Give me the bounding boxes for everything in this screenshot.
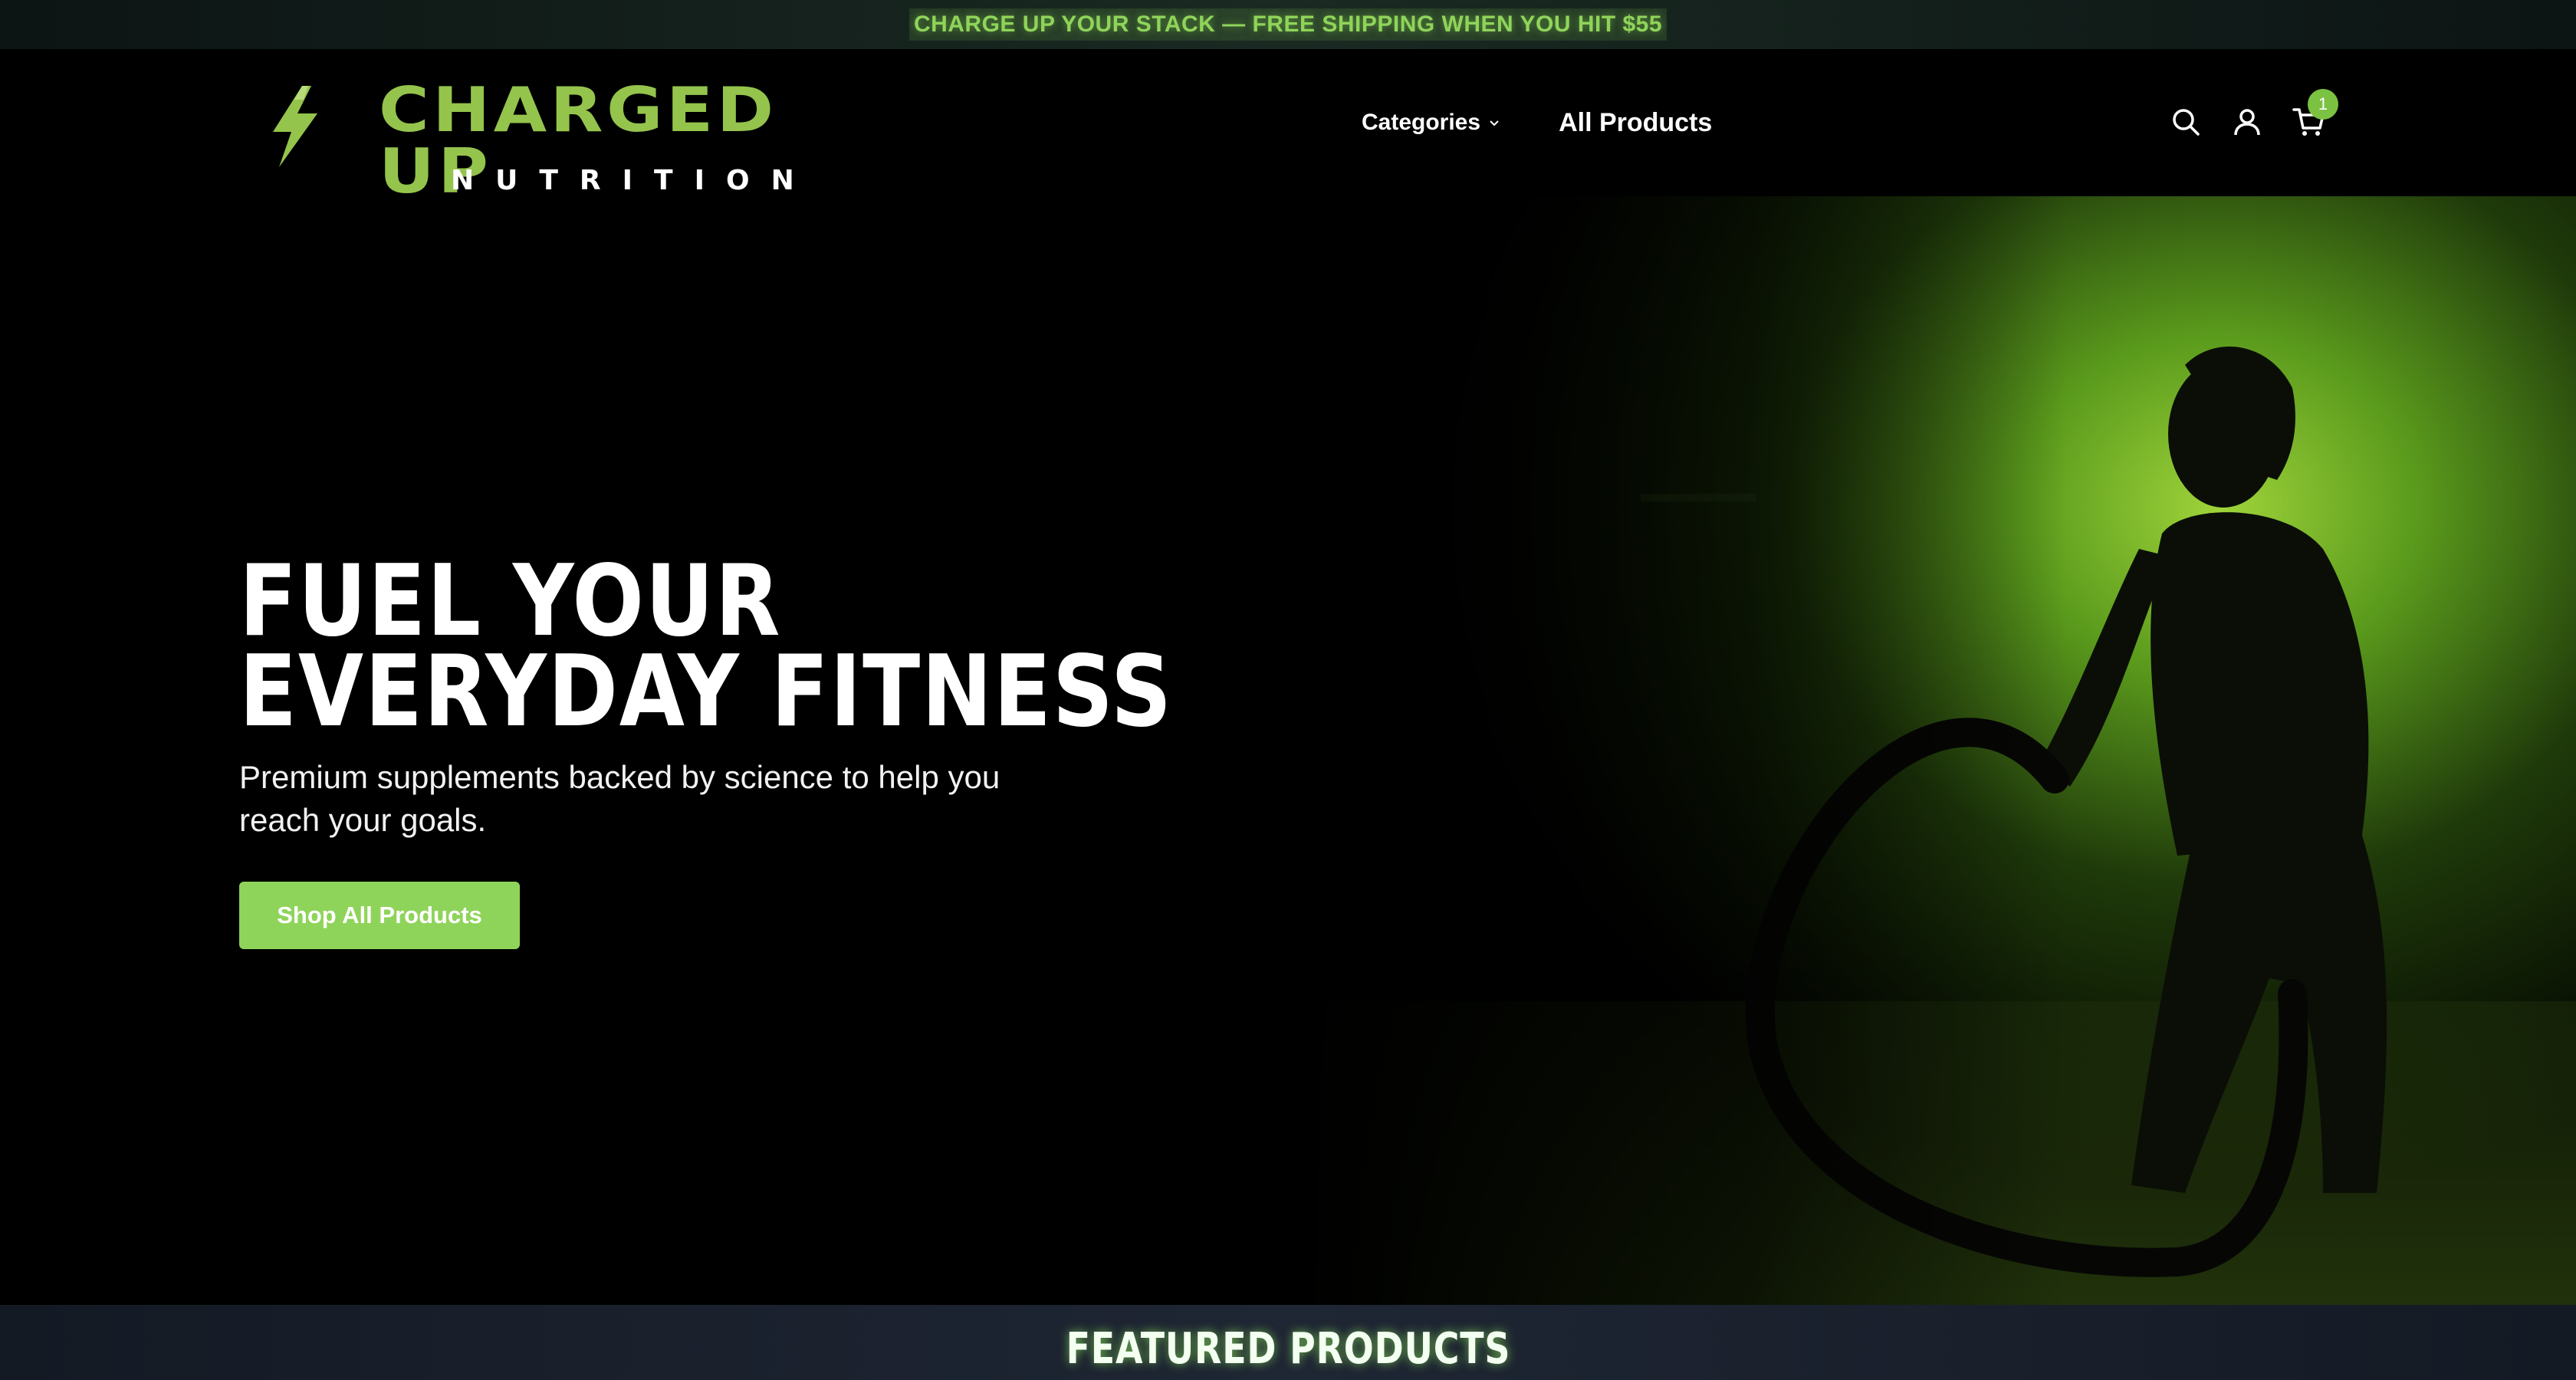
logo-subtitle: NUTRITION bbox=[451, 165, 816, 196]
announcement-bar: CHARGE UP YOUR STACK — FREE SHIPPING WHE… bbox=[0, 0, 2576, 49]
hero-title-line1: FUEL YOUR bbox=[239, 544, 782, 659]
site-header: CHARGED UP NUTRITION Categories All Prod… bbox=[0, 49, 2576, 202]
cart-button[interactable]: 1 bbox=[2289, 89, 2338, 141]
account-button[interactable] bbox=[2228, 103, 2266, 141]
lightning-bolt-icon bbox=[273, 86, 317, 167]
nav-categories-label: Categories bbox=[1362, 110, 1481, 135]
nav-all-products[interactable]: All Products bbox=[1559, 108, 1712, 138]
chevron-down-icon bbox=[1490, 120, 1499, 127]
search-button[interactable] bbox=[2167, 103, 2205, 141]
hero-subtitle: Premium supplements backed by science to… bbox=[239, 759, 1001, 838]
search-icon bbox=[2173, 109, 2200, 136]
featured-products-title: FEATURED PRODUCTS bbox=[1066, 1324, 1510, 1374]
header-icons: 1 bbox=[2167, 89, 2338, 141]
logo[interactable]: CHARGED UP NUTRITION bbox=[268, 80, 859, 202]
hero-title: FUEL YOUR EVERYDAY FITNESS bbox=[239, 544, 1173, 749]
account-icon bbox=[2234, 109, 2260, 136]
nav-categories[interactable]: Categories bbox=[1362, 110, 1500, 136]
shop-all-products-button[interactable]: Shop All Products bbox=[239, 882, 520, 949]
cart-count-badge: 1 bbox=[2308, 89, 2338, 120]
announcement-text: CHARGE UP YOUR STACK — FREE SHIPPING WHE… bbox=[909, 8, 1668, 41]
main-nav: Categories All Products bbox=[1362, 106, 1712, 140]
hero-athlete-image bbox=[1303, 196, 2576, 1305]
hero-title-line2: EVERYDAY FITNESS bbox=[239, 635, 1173, 749]
featured-products-section: FEATURED PRODUCTS bbox=[0, 1305, 2576, 1380]
hero-section: FUEL YOUR EVERYDAY FITNESS Premium suppl… bbox=[0, 196, 2576, 1305]
